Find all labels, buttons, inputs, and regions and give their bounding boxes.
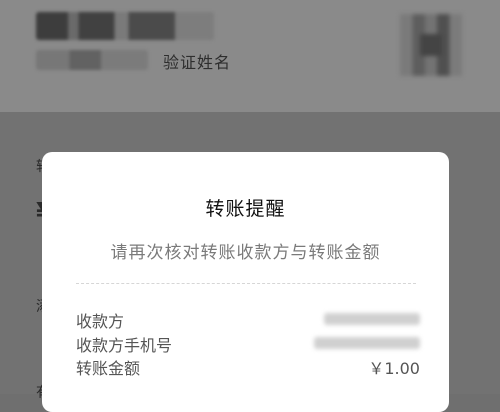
payee-phone-label: 收款方手机号 (76, 336, 173, 355)
dialog-subtitle: 请再次核对转账收款方与转账金额 (110, 243, 381, 263)
payee-phone-value-blurred (314, 337, 420, 349)
recipient-name-blurred (36, 12, 214, 40)
payee-phone-row: 收款方手机号 (76, 332, 420, 355)
transfer-reminder-dialog: 转账提醒 请再次核对转账收款方与转账金额 收款方 收款方手机号 转账金额 ￥1.… (42, 152, 449, 412)
recipient-header: 验证姓名 (0, 0, 500, 112)
payee-row: 收款方 (76, 308, 420, 331)
transfer-amount-label: 转账金额 (76, 359, 141, 378)
dialog-divider (76, 283, 416, 284)
recipient-account-blurred (36, 50, 148, 70)
dialog-title: 转账提醒 (205, 198, 286, 220)
payee-value-blurred (324, 313, 420, 325)
payee-label: 收款方 (76, 312, 125, 331)
recipient-avatar (400, 14, 462, 76)
transfer-amount-value: ￥1.00 (368, 359, 420, 378)
transfer-amount-row: 转账金额 ￥1.00 (76, 355, 420, 378)
verify-name-link[interactable]: 验证姓名 (163, 49, 231, 73)
